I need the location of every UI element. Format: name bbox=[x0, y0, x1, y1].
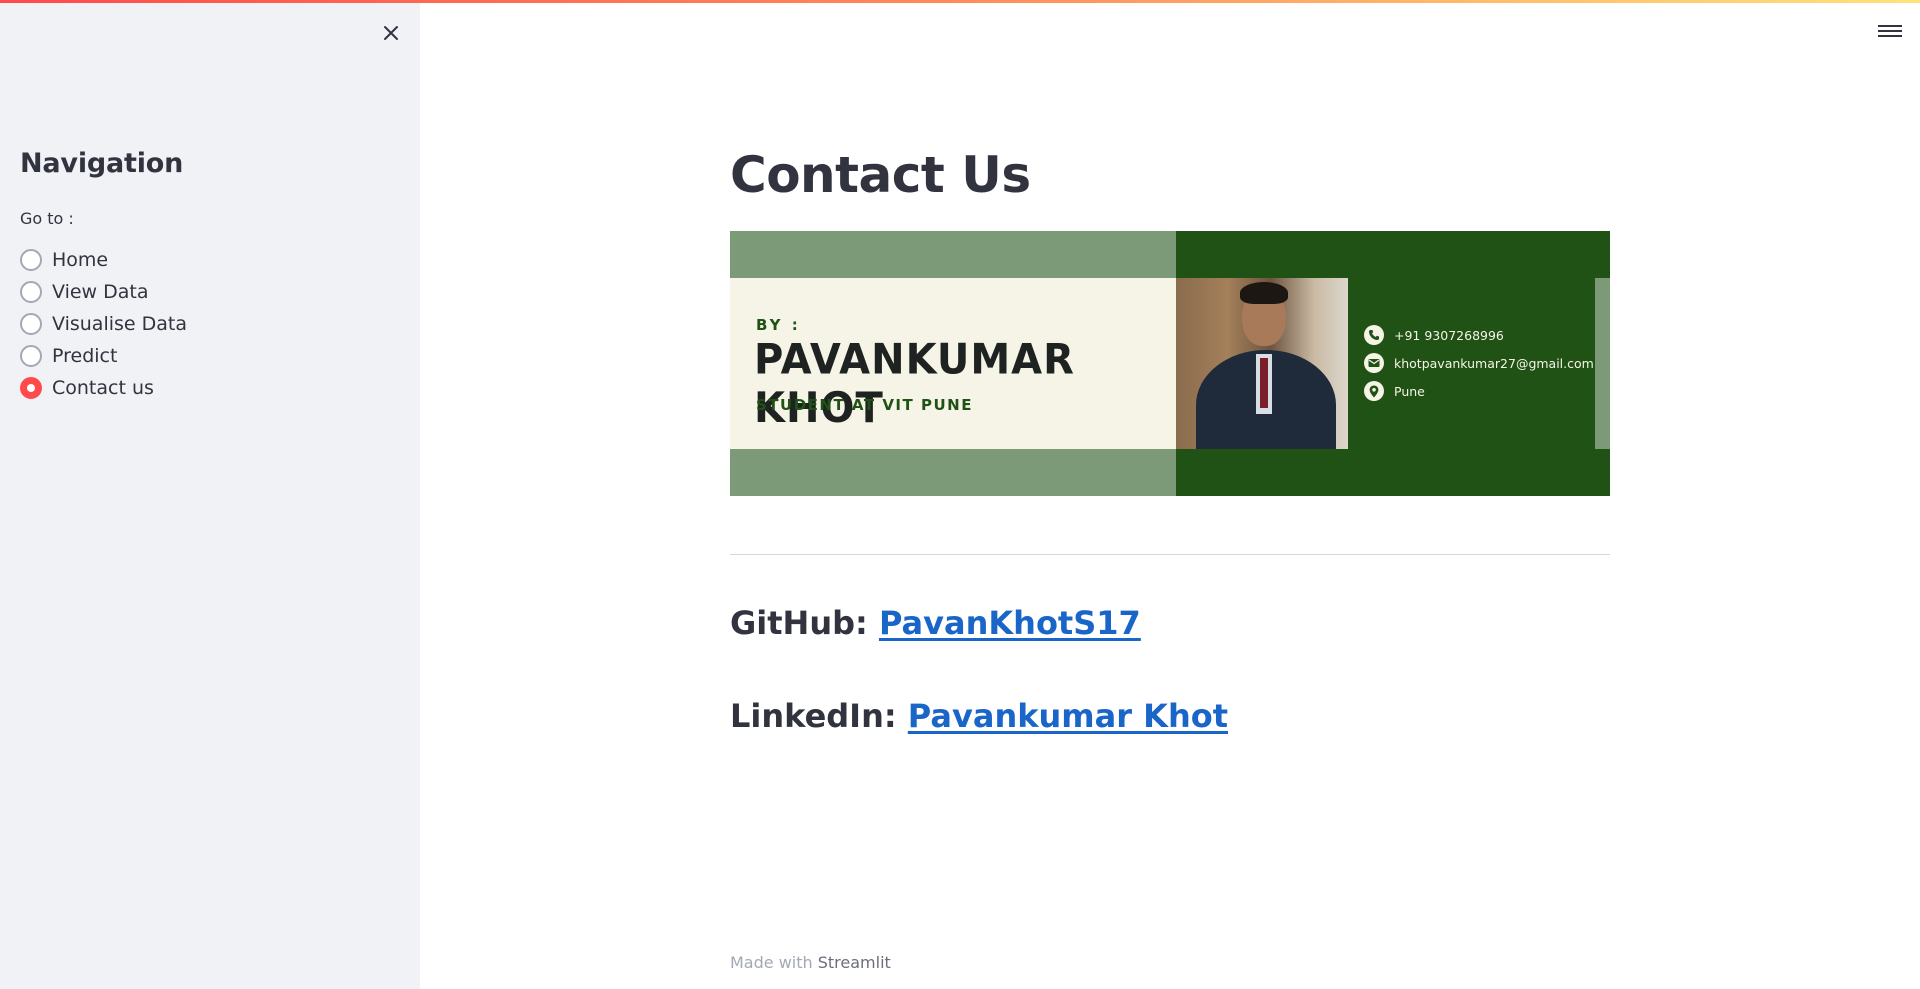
banner-location: Pune bbox=[1394, 383, 1425, 399]
banner-name: PAVANKUMAR KHOT bbox=[754, 335, 1075, 433]
top-decoration-bar bbox=[0, 0, 1920, 3]
radio-option-contact-us[interactable]: Contact us bbox=[20, 372, 187, 404]
footer: Made with Streamlit bbox=[730, 953, 891, 972]
github-line: GitHub: PavanKhotS17 bbox=[730, 604, 1141, 642]
radio-option-label: View Data bbox=[52, 281, 149, 303]
banner-contact-list: +91 9307268996 khotpavankumar27@gmail.co… bbox=[1364, 321, 1594, 405]
banner-phone: +91 9307268996 bbox=[1394, 327, 1504, 343]
horizontal-divider bbox=[730, 554, 1610, 555]
radio-option-visualise-data[interactable]: Visualise Data bbox=[20, 308, 187, 340]
banner-name-panel: BY : PAVANKUMAR KHOT STUDENT AT VIT PUNE bbox=[730, 278, 1176, 449]
banner-accent-strip bbox=[1595, 278, 1610, 449]
profile-photo bbox=[1176, 278, 1348, 449]
hamburger-menu-icon bbox=[1878, 25, 1902, 37]
contact-banner-image: BY : PAVANKUMAR KHOT STUDENT AT VIT PUNE… bbox=[730, 231, 1610, 496]
radio-button[interactable] bbox=[20, 281, 42, 303]
goto-label: Go to : bbox=[20, 209, 74, 228]
radio-option-predict[interactable]: Predict bbox=[20, 340, 187, 372]
footer-prefix: Made with bbox=[730, 953, 813, 972]
mail-icon bbox=[1364, 353, 1384, 373]
close-sidebar-button[interactable] bbox=[378, 20, 404, 46]
radio-button[interactable] bbox=[20, 249, 42, 271]
sidebar: Navigation Go to : Home View Data Visual… bbox=[0, 0, 420, 989]
streamlit-link[interactable]: Streamlit bbox=[818, 953, 891, 972]
main-menu-button[interactable] bbox=[1878, 22, 1902, 42]
github-link[interactable]: PavanKhotS17 bbox=[879, 604, 1141, 642]
radio-option-view-data[interactable]: View Data bbox=[20, 276, 187, 308]
radio-button-selected[interactable] bbox=[20, 377, 42, 399]
phone-icon bbox=[1364, 325, 1384, 345]
banner-location-row: Pune bbox=[1364, 377, 1594, 405]
banner-email-row: khotpavankumar27@gmail.com bbox=[1364, 349, 1594, 377]
navigation-radio-group: Home View Data Visualise Data Predict Co… bbox=[20, 244, 187, 404]
radio-button[interactable] bbox=[20, 345, 42, 367]
linkedin-line: LinkedIn: Pavankumar Khot bbox=[730, 697, 1228, 735]
banner-by-label: BY : bbox=[756, 316, 801, 334]
sidebar-title: Navigation bbox=[20, 148, 184, 179]
radio-button[interactable] bbox=[20, 313, 42, 335]
banner-phone-row: +91 9307268996 bbox=[1364, 321, 1594, 349]
radio-option-label: Contact us bbox=[52, 377, 154, 399]
banner-subtitle: STUDENT AT VIT PUNE bbox=[756, 396, 973, 414]
radio-option-home[interactable]: Home bbox=[20, 244, 187, 276]
page-title: Contact Us bbox=[730, 146, 1031, 204]
radio-option-label: Visualise Data bbox=[52, 313, 187, 335]
close-icon bbox=[384, 26, 398, 40]
banner-email: khotpavankumar27@gmail.com bbox=[1394, 355, 1594, 371]
radio-option-label: Predict bbox=[52, 345, 118, 367]
linkedin-label: LinkedIn: bbox=[730, 697, 897, 735]
linkedin-link[interactable]: Pavankumar Khot bbox=[908, 697, 1228, 735]
location-pin-icon bbox=[1364, 381, 1384, 401]
radio-option-label: Home bbox=[52, 249, 109, 271]
github-label: GitHub: bbox=[730, 604, 868, 642]
